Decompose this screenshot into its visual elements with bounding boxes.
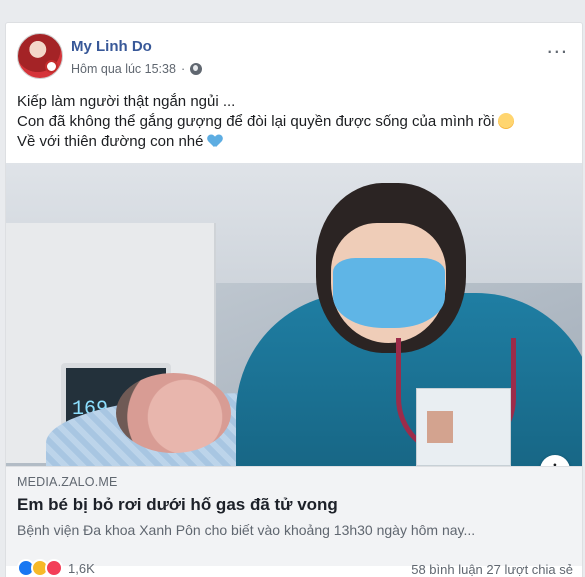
more-options-icon[interactable]: ... bbox=[547, 35, 568, 57]
post-text: Kiếp làm người thật ngắn ngủi ... Con đã… bbox=[17, 92, 572, 152]
image-id-badge bbox=[416, 388, 511, 466]
post-card: My Linh Do Hôm qua lúc 15:38 · ... Kiếp … bbox=[5, 22, 583, 577]
post-text-line-content: Về với thiên đường con nhé bbox=[17, 133, 204, 150]
post-meta: Hôm qua lúc 15:38 · bbox=[71, 62, 203, 76]
post-image[interactable]: 169 bbox=[6, 163, 582, 466]
avatar-badge bbox=[45, 60, 58, 73]
avatar[interactable] bbox=[17, 33, 63, 79]
reaction-count: 1,6K bbox=[68, 560, 95, 576]
post-text-line: Kiếp làm người thật ngắn ngủi ... bbox=[17, 93, 236, 110]
post-header: My Linh Do Hôm qua lúc 15:38 · ... bbox=[17, 33, 572, 83]
reactions-summary[interactable]: 1,6K bbox=[17, 559, 95, 577]
link-preview[interactable]: MEDIA.ZALO.ME Em bé bị bỏ rơi dưới hố ga… bbox=[6, 466, 582, 566]
post-text-line: Về với thiên đường con nhé bbox=[17, 132, 572, 152]
image-face-mask bbox=[333, 258, 445, 328]
author-name[interactable]: My Linh Do bbox=[71, 38, 152, 55]
timestamp[interactable]: Hôm qua lúc 15:38 bbox=[71, 62, 176, 76]
image-baby bbox=[116, 373, 231, 453]
post-text-line: Con đã không thể gắng gượng để đòi lại q… bbox=[17, 112, 572, 132]
blue-heart-icon bbox=[207, 133, 223, 149]
link-domain: MEDIA.ZALO.ME bbox=[17, 475, 118, 489]
sad-face-icon bbox=[497, 113, 514, 129]
link-description: Bệnh viện Đa khoa Xanh Pôn cho biết vào … bbox=[17, 522, 476, 538]
link-title[interactable]: Em bé bị bỏ rơi dưới hố gas đã tử vong bbox=[17, 495, 338, 515]
love-icon bbox=[45, 559, 63, 577]
post-text-line-content: Con đã không thể gắng gượng để đòi lại q… bbox=[17, 113, 495, 130]
engagement-bar: 1,6K 58 bình luận 27 lượt chia sẻ bbox=[6, 553, 582, 577]
globe-icon[interactable] bbox=[190, 63, 203, 75]
comments-shares-count[interactable]: 58 bình luận 27 lượt chia sẻ bbox=[411, 562, 573, 577]
